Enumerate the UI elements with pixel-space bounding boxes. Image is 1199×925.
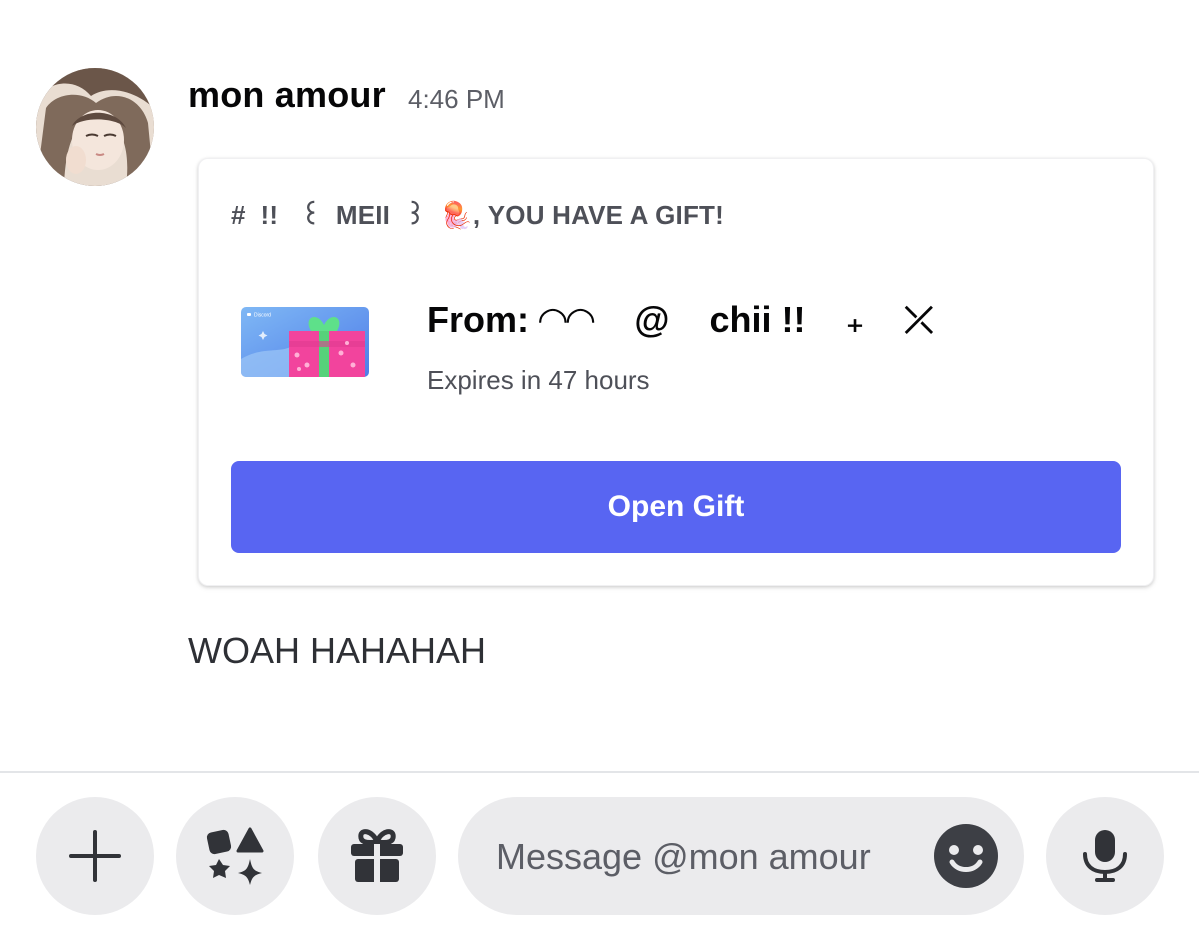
message-content: WOAH HAHAHAH (188, 630, 487, 671)
message-timestamp: 4:46 PM (408, 84, 505, 114)
gift-thumbnail: Discord (241, 307, 369, 377)
gift-header: # !! ꒰ MEII ꒱ 🪼, YOU HAVE A GIFT! (231, 200, 724, 230)
message-composer (0, 773, 1199, 925)
gift-expiry: Expires in 47 hours (427, 365, 650, 395)
chat-view: mon amour 4:46 PM # !! ꒰ MEII ꒱ 🪼, YOU H… (0, 0, 1199, 925)
message-input-container (458, 797, 1024, 917)
apps-icon (206, 827, 264, 885)
emoji-button[interactable] (934, 824, 998, 888)
plus-icon (69, 830, 121, 882)
gift-embed: # !! ꒰ MEII ꒱ 🪼, YOU HAVE A GIFT! Discor… (198, 158, 1154, 586)
voice-message-button[interactable] (1046, 797, 1164, 915)
gift-button[interactable] (318, 797, 436, 915)
apps-button[interactable] (176, 797, 294, 915)
gift-sender: From: ◠◠ @ chii !! ₊ ⤫ (427, 299, 934, 340)
emoji-icon (949, 845, 983, 872)
microphone-icon (1083, 830, 1127, 882)
discord-wordmark: Discord (254, 313, 271, 319)
avatar[interactable] (36, 68, 154, 186)
gift-icon (351, 829, 403, 882)
message-author[interactable]: mon amour (188, 74, 386, 116)
message-input[interactable] (494, 797, 918, 917)
open-gift-button[interactable]: Open Gift (231, 461, 1121, 553)
add-attachment-button[interactable] (36, 797, 154, 915)
